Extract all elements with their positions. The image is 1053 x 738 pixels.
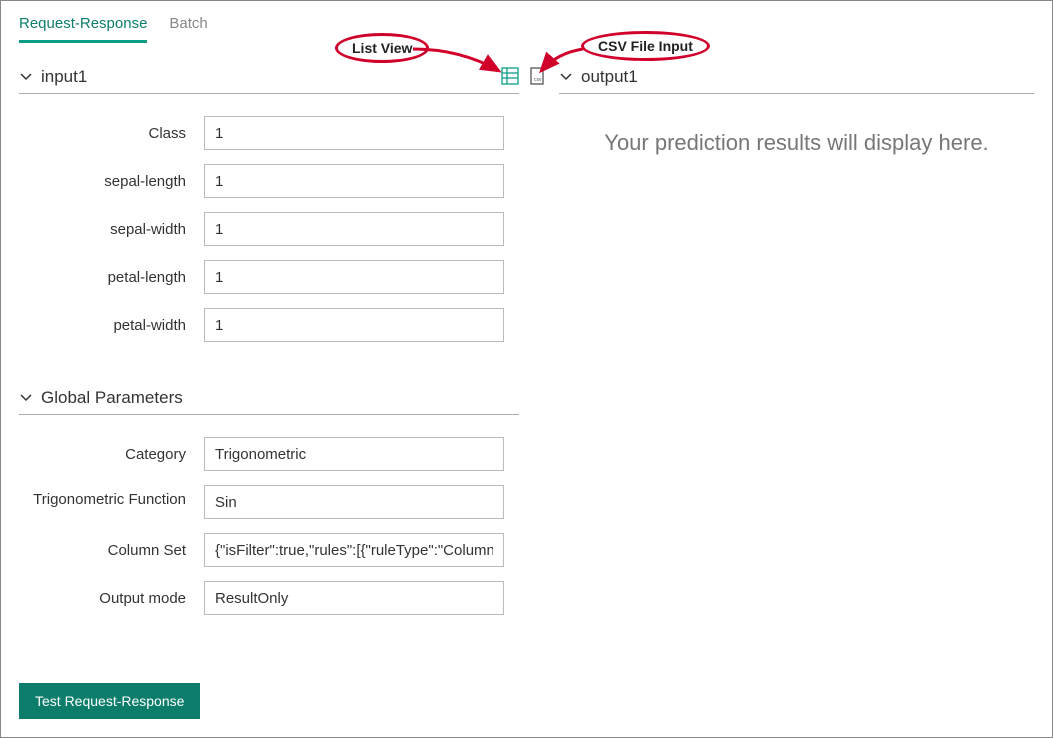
view-mode-toolbar: csv (501, 67, 547, 85)
input-column-set[interactable] (204, 533, 504, 567)
results-placeholder: Your prediction results will display her… (559, 130, 1034, 156)
field-label: sepal-length (19, 173, 204, 190)
tab-request-response[interactable]: Request-Response (19, 11, 147, 43)
field-label: Column Set (19, 542, 204, 559)
csv-file-icon[interactable]: csv (529, 67, 547, 85)
list-view-icon[interactable] (501, 67, 519, 85)
field-label: sepal-width (19, 221, 204, 238)
section-header-input1[interactable]: input1 (19, 63, 519, 94)
section-title-output1: output1 (581, 67, 638, 87)
tabs-bar: Request-Response Batch (19, 1, 1034, 43)
input-petal-length[interactable] (204, 260, 504, 294)
section-title-global-parameters: Global Parameters (41, 388, 183, 408)
section-header-output1[interactable]: output1 (559, 63, 1034, 94)
field-label: petal-length (19, 269, 204, 286)
input-trig-function[interactable] (204, 485, 504, 519)
test-request-response-button[interactable]: Test Request-Response (19, 683, 200, 719)
svg-text:csv: csv (534, 77, 542, 83)
field-label: Category (19, 446, 204, 463)
chevron-down-icon (559, 70, 573, 84)
input-class[interactable] (204, 116, 504, 150)
chevron-down-icon (19, 70, 33, 84)
field-label: petal-width (19, 317, 204, 334)
field-label: Trigonometric Function (19, 485, 204, 508)
annotation-list-view: List View (335, 33, 429, 63)
input1-fields: Class sepal-length sepal-width petal-len… (19, 116, 519, 342)
input-sepal-length[interactable] (204, 164, 504, 198)
input-output-mode[interactable] (204, 581, 504, 615)
tab-batch[interactable]: Batch (169, 11, 207, 43)
input-category[interactable] (204, 437, 504, 471)
section-header-global-parameters[interactable]: Global Parameters (19, 384, 519, 415)
annotation-csv-file-input: CSV File Input (581, 31, 710, 61)
field-label: Output mode (19, 590, 204, 607)
chevron-down-icon (19, 391, 33, 405)
global-parameters-fields: Category Trigonometric Function Column S… (19, 437, 519, 615)
field-label: Class (19, 125, 204, 142)
input-petal-width[interactable] (204, 308, 504, 342)
section-title-input1: input1 (41, 67, 87, 87)
input-sepal-width[interactable] (204, 212, 504, 246)
